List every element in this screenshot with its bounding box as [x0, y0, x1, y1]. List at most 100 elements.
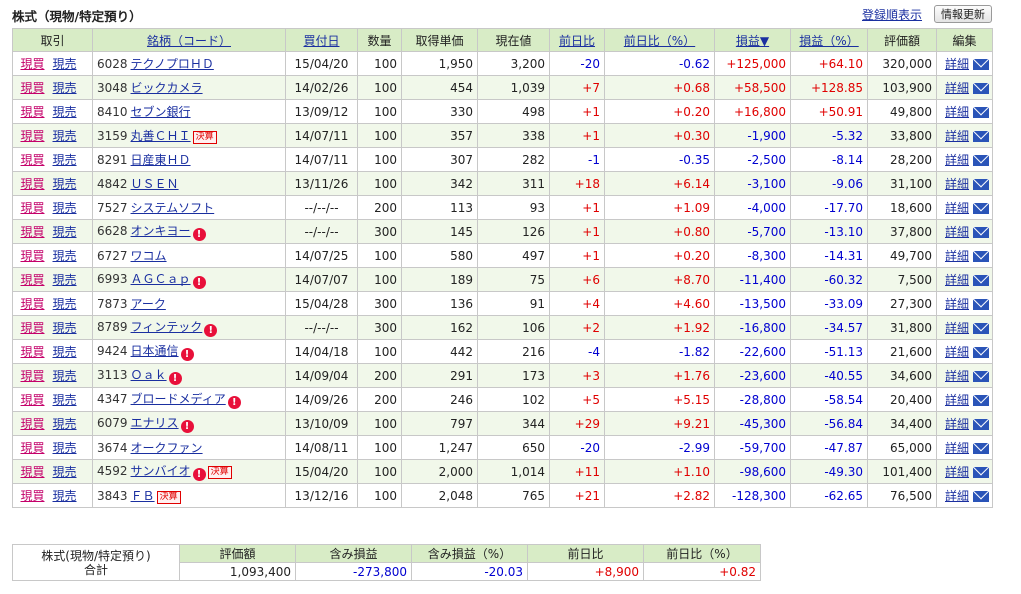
stock-name-link[interactable]: フィンテック	[131, 320, 203, 334]
sell-link[interactable]: 現売	[53, 489, 77, 503]
mail-icon[interactable]	[973, 179, 990, 190]
warning-icon[interactable]: !	[192, 228, 206, 241]
stock-name-link[interactable]: ＦＢ	[131, 489, 155, 503]
col-header-change[interactable]: 前日比	[549, 28, 605, 52]
buy-link[interactable]: 現買	[20, 321, 44, 335]
stock-name-link[interactable]: ビックカメラ	[131, 81, 203, 95]
detail-link[interactable]: 詳細	[945, 417, 969, 431]
detail-link[interactable]: 詳細	[945, 369, 969, 383]
buy-link[interactable]: 現買	[20, 297, 44, 311]
detail-link[interactable]: 詳細	[945, 345, 969, 359]
mail-icon[interactable]	[973, 347, 990, 358]
buy-link[interactable]: 現買	[20, 393, 44, 407]
sell-link[interactable]: 現売	[53, 345, 77, 359]
col-header-change-pct[interactable]: 前日比（%）	[604, 28, 715, 52]
mail-icon[interactable]	[973, 299, 990, 310]
mail-icon[interactable]	[973, 443, 990, 454]
detail-link[interactable]: 詳細	[945, 465, 969, 479]
stock-name-link[interactable]: 日本通信	[131, 344, 179, 358]
buy-link[interactable]: 現買	[20, 345, 44, 359]
mail-icon[interactable]	[973, 491, 990, 502]
detail-link[interactable]: 詳細	[945, 129, 969, 143]
warning-icon[interactable]: !	[180, 348, 194, 361]
mail-icon[interactable]	[973, 83, 990, 94]
stock-name-link[interactable]: オークファン	[131, 441, 203, 455]
mail-icon[interactable]	[973, 131, 990, 142]
warning-icon[interactable]: !	[192, 468, 206, 481]
earnings-badge[interactable]: 決算	[156, 491, 181, 504]
stock-name-link[interactable]: アーク	[131, 297, 166, 311]
sell-link[interactable]: 現売	[53, 297, 77, 311]
sell-link[interactable]: 現売	[53, 465, 77, 479]
sell-link[interactable]: 現売	[53, 249, 77, 263]
mail-icon[interactable]	[973, 323, 990, 334]
buy-link[interactable]: 現買	[20, 417, 44, 431]
mail-icon[interactable]	[973, 419, 990, 430]
stock-name-link[interactable]: ＡＧＣａｐ	[131, 272, 191, 286]
mail-icon[interactable]	[973, 467, 990, 478]
detail-link[interactable]: 詳細	[945, 441, 969, 455]
col-header-buy-date[interactable]: 買付日	[285, 28, 358, 52]
buy-link[interactable]: 現買	[20, 201, 44, 215]
buy-link[interactable]: 現買	[20, 177, 44, 191]
detail-link[interactable]: 詳細	[945, 153, 969, 167]
detail-link[interactable]: 詳細	[945, 225, 969, 239]
mail-icon[interactable]	[973, 275, 990, 286]
buy-link[interactable]: 現買	[20, 105, 44, 119]
buy-link[interactable]: 現買	[20, 153, 44, 167]
warning-icon[interactable]: !	[168, 372, 182, 385]
sell-link[interactable]: 現売	[53, 417, 77, 431]
col-header-pl[interactable]: 損益▼	[714, 28, 791, 52]
mail-icon[interactable]	[973, 107, 990, 118]
detail-link[interactable]: 詳細	[945, 177, 969, 191]
buy-link[interactable]: 現買	[20, 369, 44, 383]
stock-name-link[interactable]: セブン銀行	[131, 105, 191, 119]
buy-link[interactable]: 現買	[20, 57, 44, 71]
earnings-badge[interactable]: 決算	[192, 131, 217, 144]
buy-link[interactable]: 現買	[20, 273, 44, 287]
warning-icon[interactable]: !	[204, 324, 218, 337]
buy-link[interactable]: 現買	[20, 81, 44, 95]
detail-link[interactable]: 詳細	[945, 81, 969, 95]
buy-link[interactable]: 現買	[20, 129, 44, 143]
sell-link[interactable]: 現売	[53, 177, 77, 191]
detail-link[interactable]: 詳細	[945, 57, 969, 71]
detail-link[interactable]: 詳細	[945, 273, 969, 287]
col-header-stock[interactable]: 銘柄（コード）	[92, 28, 286, 52]
mail-icon[interactable]	[973, 203, 990, 214]
buy-link[interactable]: 現買	[20, 465, 44, 479]
stock-name-link[interactable]: テクノプロＨＤ	[131, 57, 214, 71]
sell-link[interactable]: 現売	[53, 81, 77, 95]
sell-link[interactable]: 現売	[53, 441, 77, 455]
sell-link[interactable]: 現売	[53, 321, 77, 335]
detail-link[interactable]: 詳細	[945, 489, 969, 503]
stock-name-link[interactable]: ブロードメディア	[131, 392, 226, 406]
col-header-pl-pct[interactable]: 損益（%）	[790, 28, 868, 52]
sort-order-link[interactable]: 登録順表示	[862, 6, 922, 23]
warning-icon[interactable]: !	[192, 276, 206, 289]
buy-link[interactable]: 現買	[20, 489, 44, 503]
warning-icon[interactable]: !	[227, 396, 241, 409]
mail-icon[interactable]	[973, 227, 990, 238]
sell-link[interactable]: 現売	[53, 153, 77, 167]
detail-link[interactable]: 詳細	[945, 393, 969, 407]
sell-link[interactable]: 現売	[53, 369, 77, 383]
sell-link[interactable]: 現売	[53, 201, 77, 215]
stock-name-link[interactable]: ワコム	[131, 249, 167, 263]
warning-icon[interactable]: !	[180, 420, 194, 433]
sell-link[interactable]: 現売	[53, 273, 77, 287]
refresh-button[interactable]: 情報更新	[934, 5, 992, 23]
mail-icon[interactable]	[973, 59, 990, 70]
stock-name-link[interactable]: オンキヨー	[131, 224, 191, 238]
mail-icon[interactable]	[973, 371, 990, 382]
sell-link[interactable]: 現売	[53, 393, 77, 407]
detail-link[interactable]: 詳細	[945, 249, 969, 263]
mail-icon[interactable]	[973, 251, 990, 262]
sell-link[interactable]: 現売	[53, 225, 77, 239]
buy-link[interactable]: 現買	[20, 441, 44, 455]
detail-link[interactable]: 詳細	[945, 105, 969, 119]
stock-name-link[interactable]: エナリス	[131, 416, 179, 430]
sell-link[interactable]: 現売	[53, 129, 77, 143]
sell-link[interactable]: 現売	[53, 105, 77, 119]
mail-icon[interactable]	[973, 395, 990, 406]
